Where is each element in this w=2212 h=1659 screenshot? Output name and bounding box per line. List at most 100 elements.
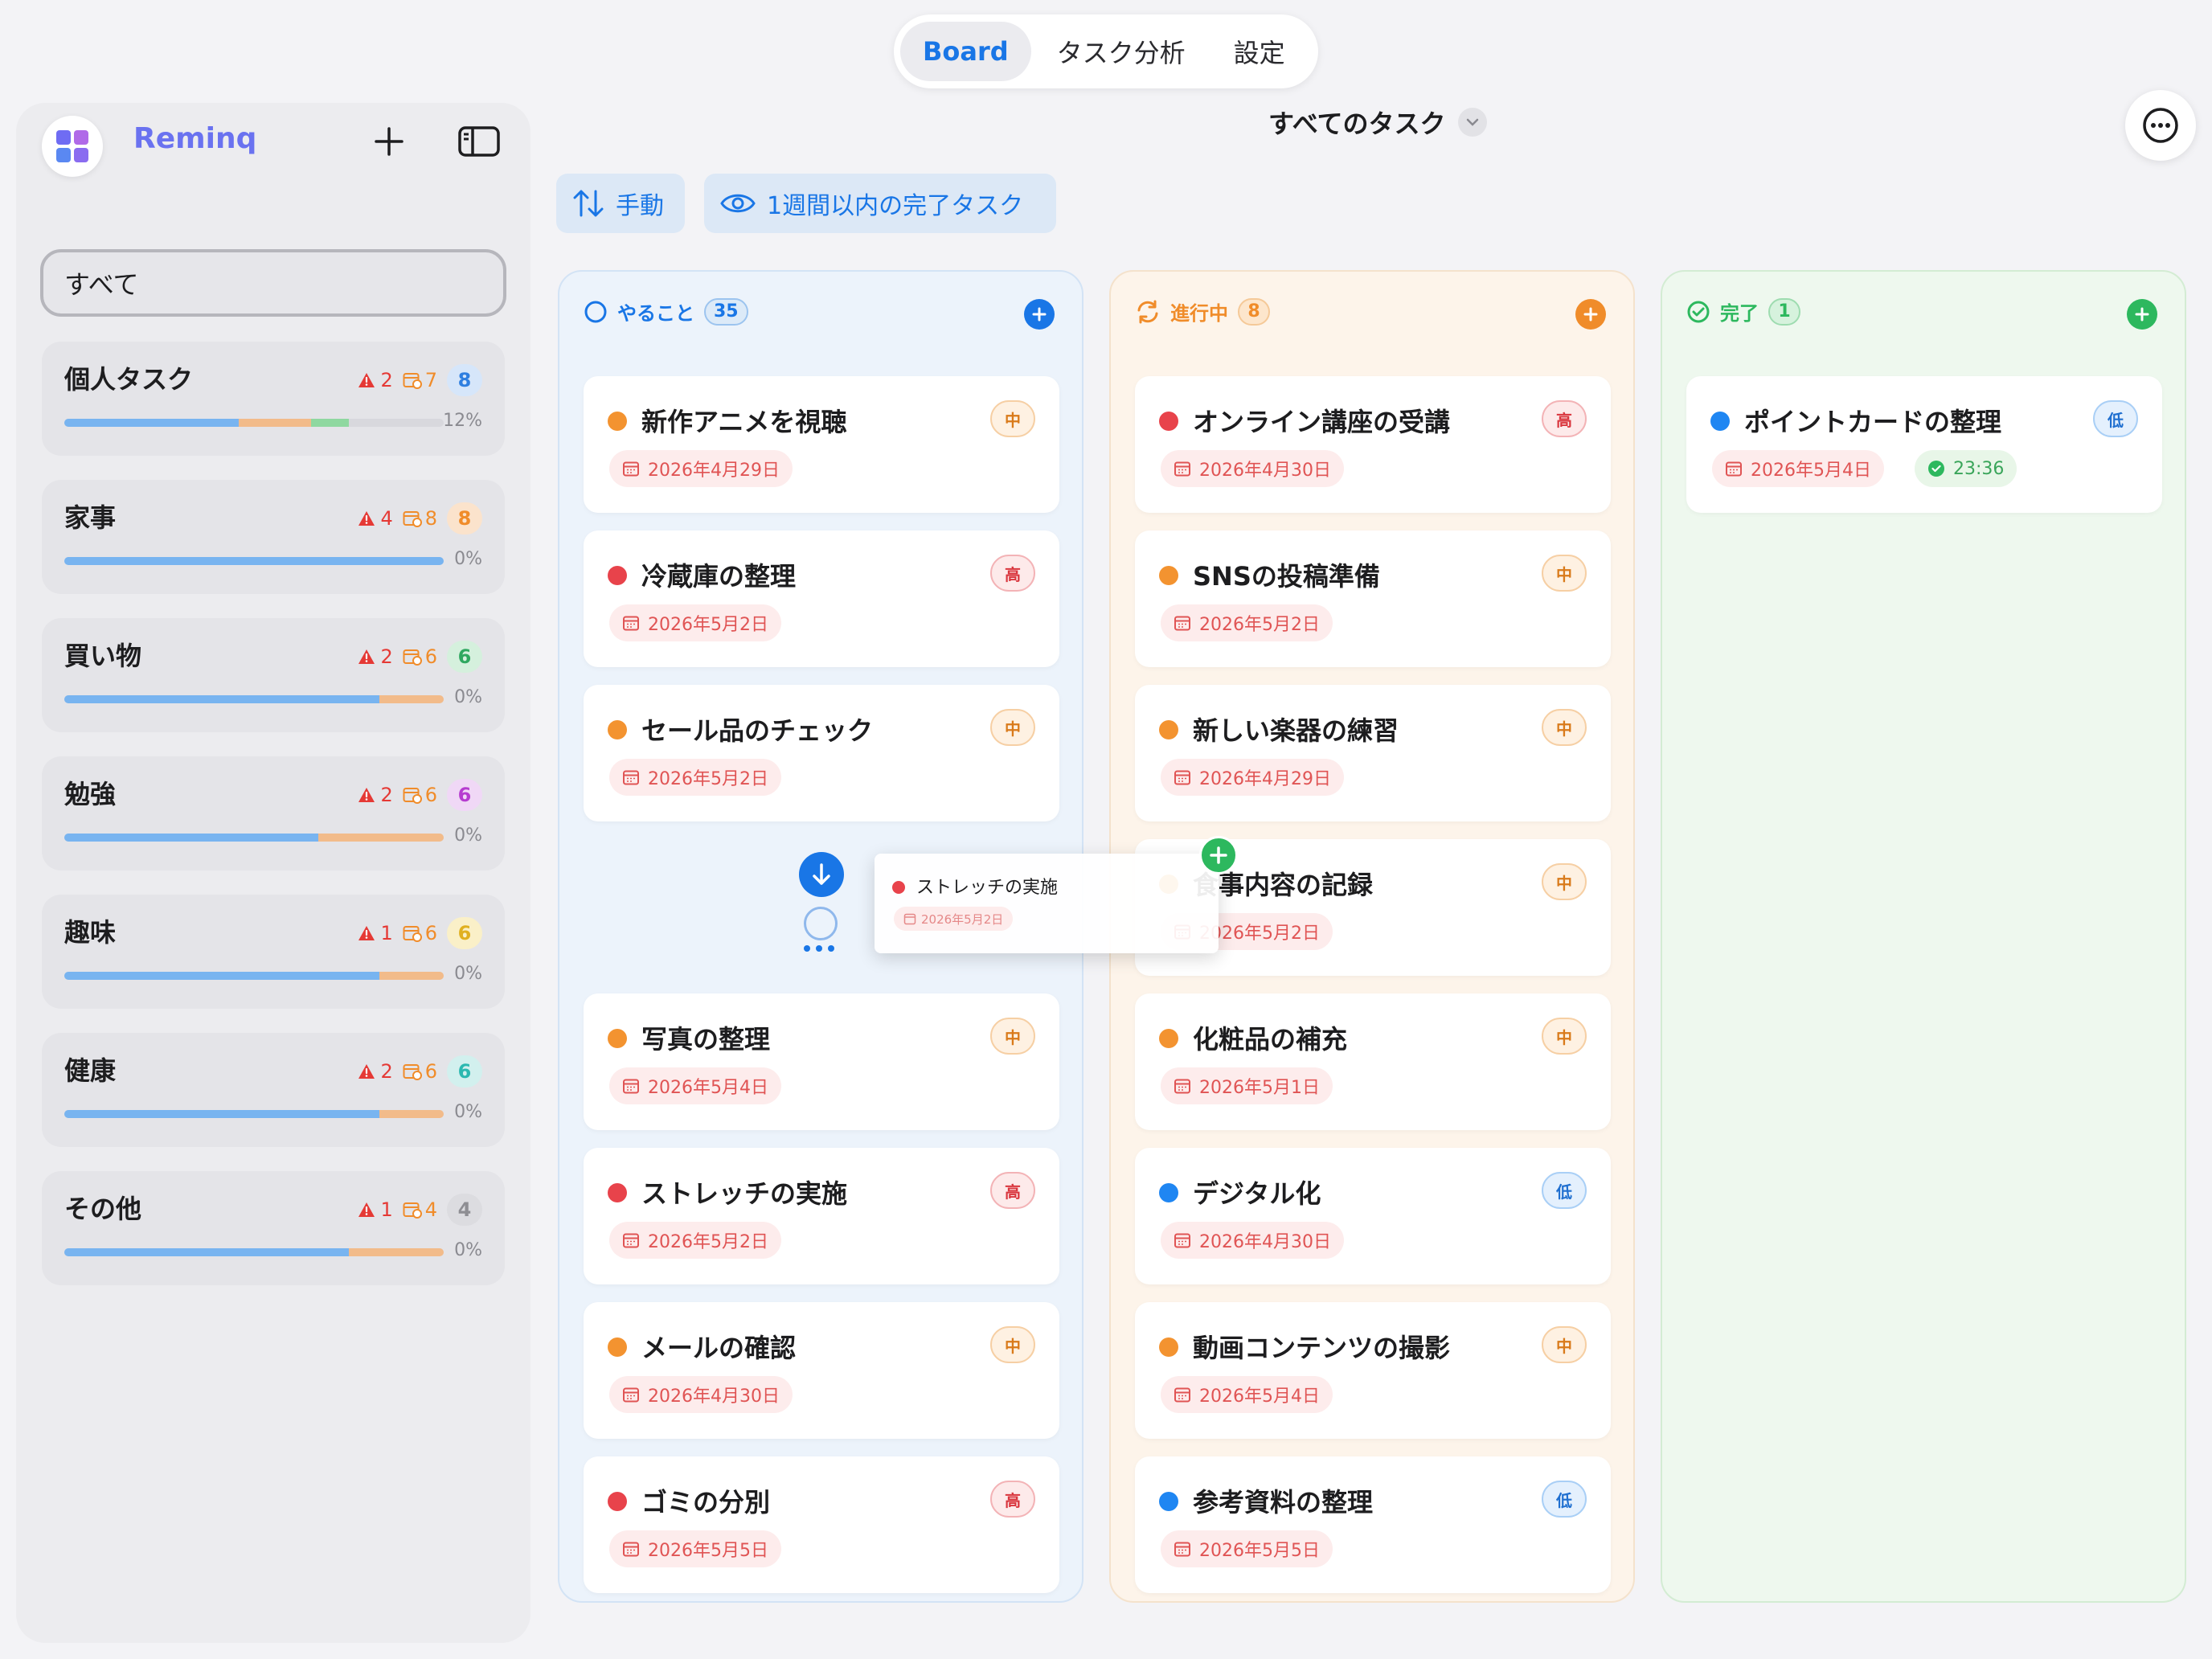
task-card[interactable]: セール品のチェック 中 2026年5月2日 <box>584 685 1059 821</box>
category-item[interactable]: 買い物 2 6 6 0% <box>42 618 505 732</box>
progress-todo <box>64 972 379 980</box>
tab-settings[interactable]: 設定 <box>1211 22 1308 81</box>
priority-dot <box>608 566 627 585</box>
task-title: 化粧品の補充 <box>1193 1024 1348 1055</box>
task-title: SNSの投稿準備 <box>1193 561 1380 592</box>
task-card[interactable]: 動画コンテンツの撮影 中 2026年5月4日 <box>1135 1302 1611 1439</box>
calendar-icon <box>623 616 639 631</box>
progress-in-progress <box>318 834 444 842</box>
category-item[interactable]: その他 1 4 4 0% <box>42 1171 505 1285</box>
scheduled-count: 6 <box>403 784 437 806</box>
category-stats: 488 <box>358 502 482 535</box>
column-title: 進行中 <box>1170 302 1228 325</box>
dragged-task-preview[interactable]: ストレッチの実施 2026年5月2日 <box>875 854 1219 953</box>
task-card[interactable]: ゴミの分別 高 2026年5月5日 <box>584 1456 1059 1593</box>
warning-icon <box>358 373 375 387</box>
tab-board[interactable]: Board <box>900 22 1031 81</box>
calendar-icon <box>1174 1079 1190 1094</box>
priority-dot <box>608 1183 627 1202</box>
task-card[interactable]: 新作アニメを視聴 中 2026年4月29日 <box>584 376 1059 513</box>
task-card[interactable]: メールの確認 中 2026年4月30日 <box>584 1302 1059 1439</box>
sort-button[interactable]: 手動 <box>556 174 685 233</box>
progress-todo <box>64 419 240 427</box>
category-percent: 0% <box>454 1240 482 1260</box>
calendar-icon <box>1726 461 1742 477</box>
more-options-button[interactable] <box>2125 90 2196 161</box>
category-item[interactable]: 個人タスク 2 7 8 12% <box>42 342 505 456</box>
column-count: 35 <box>704 297 748 326</box>
calendar-icon <box>623 1542 639 1557</box>
add-task-button[interactable] <box>1024 299 1055 330</box>
tab-task-analysis[interactable]: タスク分析 <box>1034 22 1208 81</box>
task-card[interactable]: 参考資料の整理 低 2026年5月5日 <box>1135 1456 1611 1593</box>
calendar-icon <box>903 913 916 925</box>
task-card[interactable]: SNSの投稿準備 中 2026年5月2日 <box>1135 530 1611 667</box>
category-progress-bar <box>64 695 444 703</box>
task-card[interactable]: 冷蔵庫の整理 高 2026年5月2日 <box>584 530 1059 667</box>
calendar-icon <box>623 1079 639 1094</box>
task-card[interactable]: 化粧品の補充 中 2026年5月1日 <box>1135 993 1611 1130</box>
category-item[interactable]: 勉強 2 6 6 0% <box>42 756 505 870</box>
task-card[interactable]: 新しい楽器の練習 中 2026年4月29日 <box>1135 685 1611 821</box>
task-title: デジタル化 <box>1193 1178 1321 1209</box>
due-date-badge: 2026年5月4日 <box>1161 1376 1333 1413</box>
task-card[interactable]: ストレッチの実施 高 2026年5月2日 <box>584 1148 1059 1284</box>
drop-placeholder-circle <box>804 907 838 940</box>
priority-dot <box>1710 412 1730 431</box>
sync-icon <box>1137 300 1158 323</box>
add-category-button[interactable] <box>363 116 415 167</box>
chevron-down-icon <box>1458 108 1488 137</box>
category-all[interactable]: すべて <box>40 249 506 317</box>
category-item[interactable]: 趣味 1 6 6 0% <box>42 895 505 1009</box>
check-circle-icon <box>1687 301 1710 322</box>
category-item[interactable]: 家事 4 8 8 0% <box>42 480 505 594</box>
column-header: 完了 1 <box>1686 297 1800 326</box>
add-task-button[interactable] <box>1575 299 1606 330</box>
priority-dot <box>608 1029 627 1048</box>
priority-badge: 低 <box>1542 1172 1587 1209</box>
category-name: 健康 <box>64 1055 117 1086</box>
category-item[interactable]: 健康 2 6 6 0% <box>42 1033 505 1147</box>
column-title: やること <box>617 302 694 325</box>
top-tab-bar: Board タスク分析 設定 <box>894 14 1318 88</box>
progress-in-progress <box>379 972 444 980</box>
overdue-count: 4 <box>358 507 393 530</box>
category-progress-bar <box>64 557 444 565</box>
priority-dot <box>608 720 627 739</box>
priority-dot <box>1159 566 1178 585</box>
completed-filter-button[interactable]: 1週間以内の完了タスク <box>704 174 1056 233</box>
task-title: ストレッチの実施 <box>641 1178 848 1209</box>
priority-badge: 中 <box>990 1018 1035 1055</box>
calendar-icon <box>1174 461 1190 477</box>
task-card[interactable]: 写真の整理 中 2026年5月4日 <box>584 993 1059 1130</box>
calendar-icon <box>1174 616 1190 631</box>
drop-loading-dots <box>804 945 834 952</box>
drop-add-icon <box>1199 836 1238 875</box>
sort-arrows-icon <box>573 190 604 217</box>
warning-icon <box>358 1202 375 1217</box>
sidebar: Reminq すべて 個人タスク 2 7 8 12% 家事 4 8 8 0% 買い物 2 6 6 0% 勉強 2… <box>16 103 530 1643</box>
task-title: セール品のチェック <box>641 715 874 746</box>
category-name: その他 <box>64 1194 142 1224</box>
category-percent: 0% <box>454 964 482 984</box>
category-count-badge: 8 <box>447 364 482 396</box>
overdue-count: 2 <box>358 369 393 391</box>
category-count-badge: 8 <box>447 502 482 535</box>
due-date-badge: 2026年5月2日 <box>609 604 781 641</box>
category-stats: 266 <box>358 779 482 811</box>
add-task-button[interactable] <box>2127 299 2157 330</box>
calendar-icon <box>1174 1387 1190 1403</box>
overdue-count: 2 <box>358 784 393 806</box>
category-progress-bar <box>64 834 444 842</box>
task-title: 冷蔵庫の整理 <box>641 561 797 592</box>
task-title: 新作アニメを視聴 <box>641 407 847 437</box>
sidebar-toggle-button[interactable] <box>453 116 505 167</box>
priority-dot <box>1159 1029 1178 1048</box>
task-card[interactable]: デジタル化 低 2026年4月30日 <box>1135 1148 1611 1284</box>
eye-icon <box>720 194 756 213</box>
task-card[interactable]: ポイントカードの整理 低 2026年5月4日 23:36 <box>1686 376 2162 513</box>
category-name: 家事 <box>64 502 117 533</box>
task-card[interactable]: オンライン講座の受講 高 2026年4月30日 <box>1135 376 1611 513</box>
task-title: 新しい楽器の練習 <box>1193 715 1399 746</box>
board-filter-dropdown[interactable]: すべてのタスク <box>1268 104 1488 140</box>
